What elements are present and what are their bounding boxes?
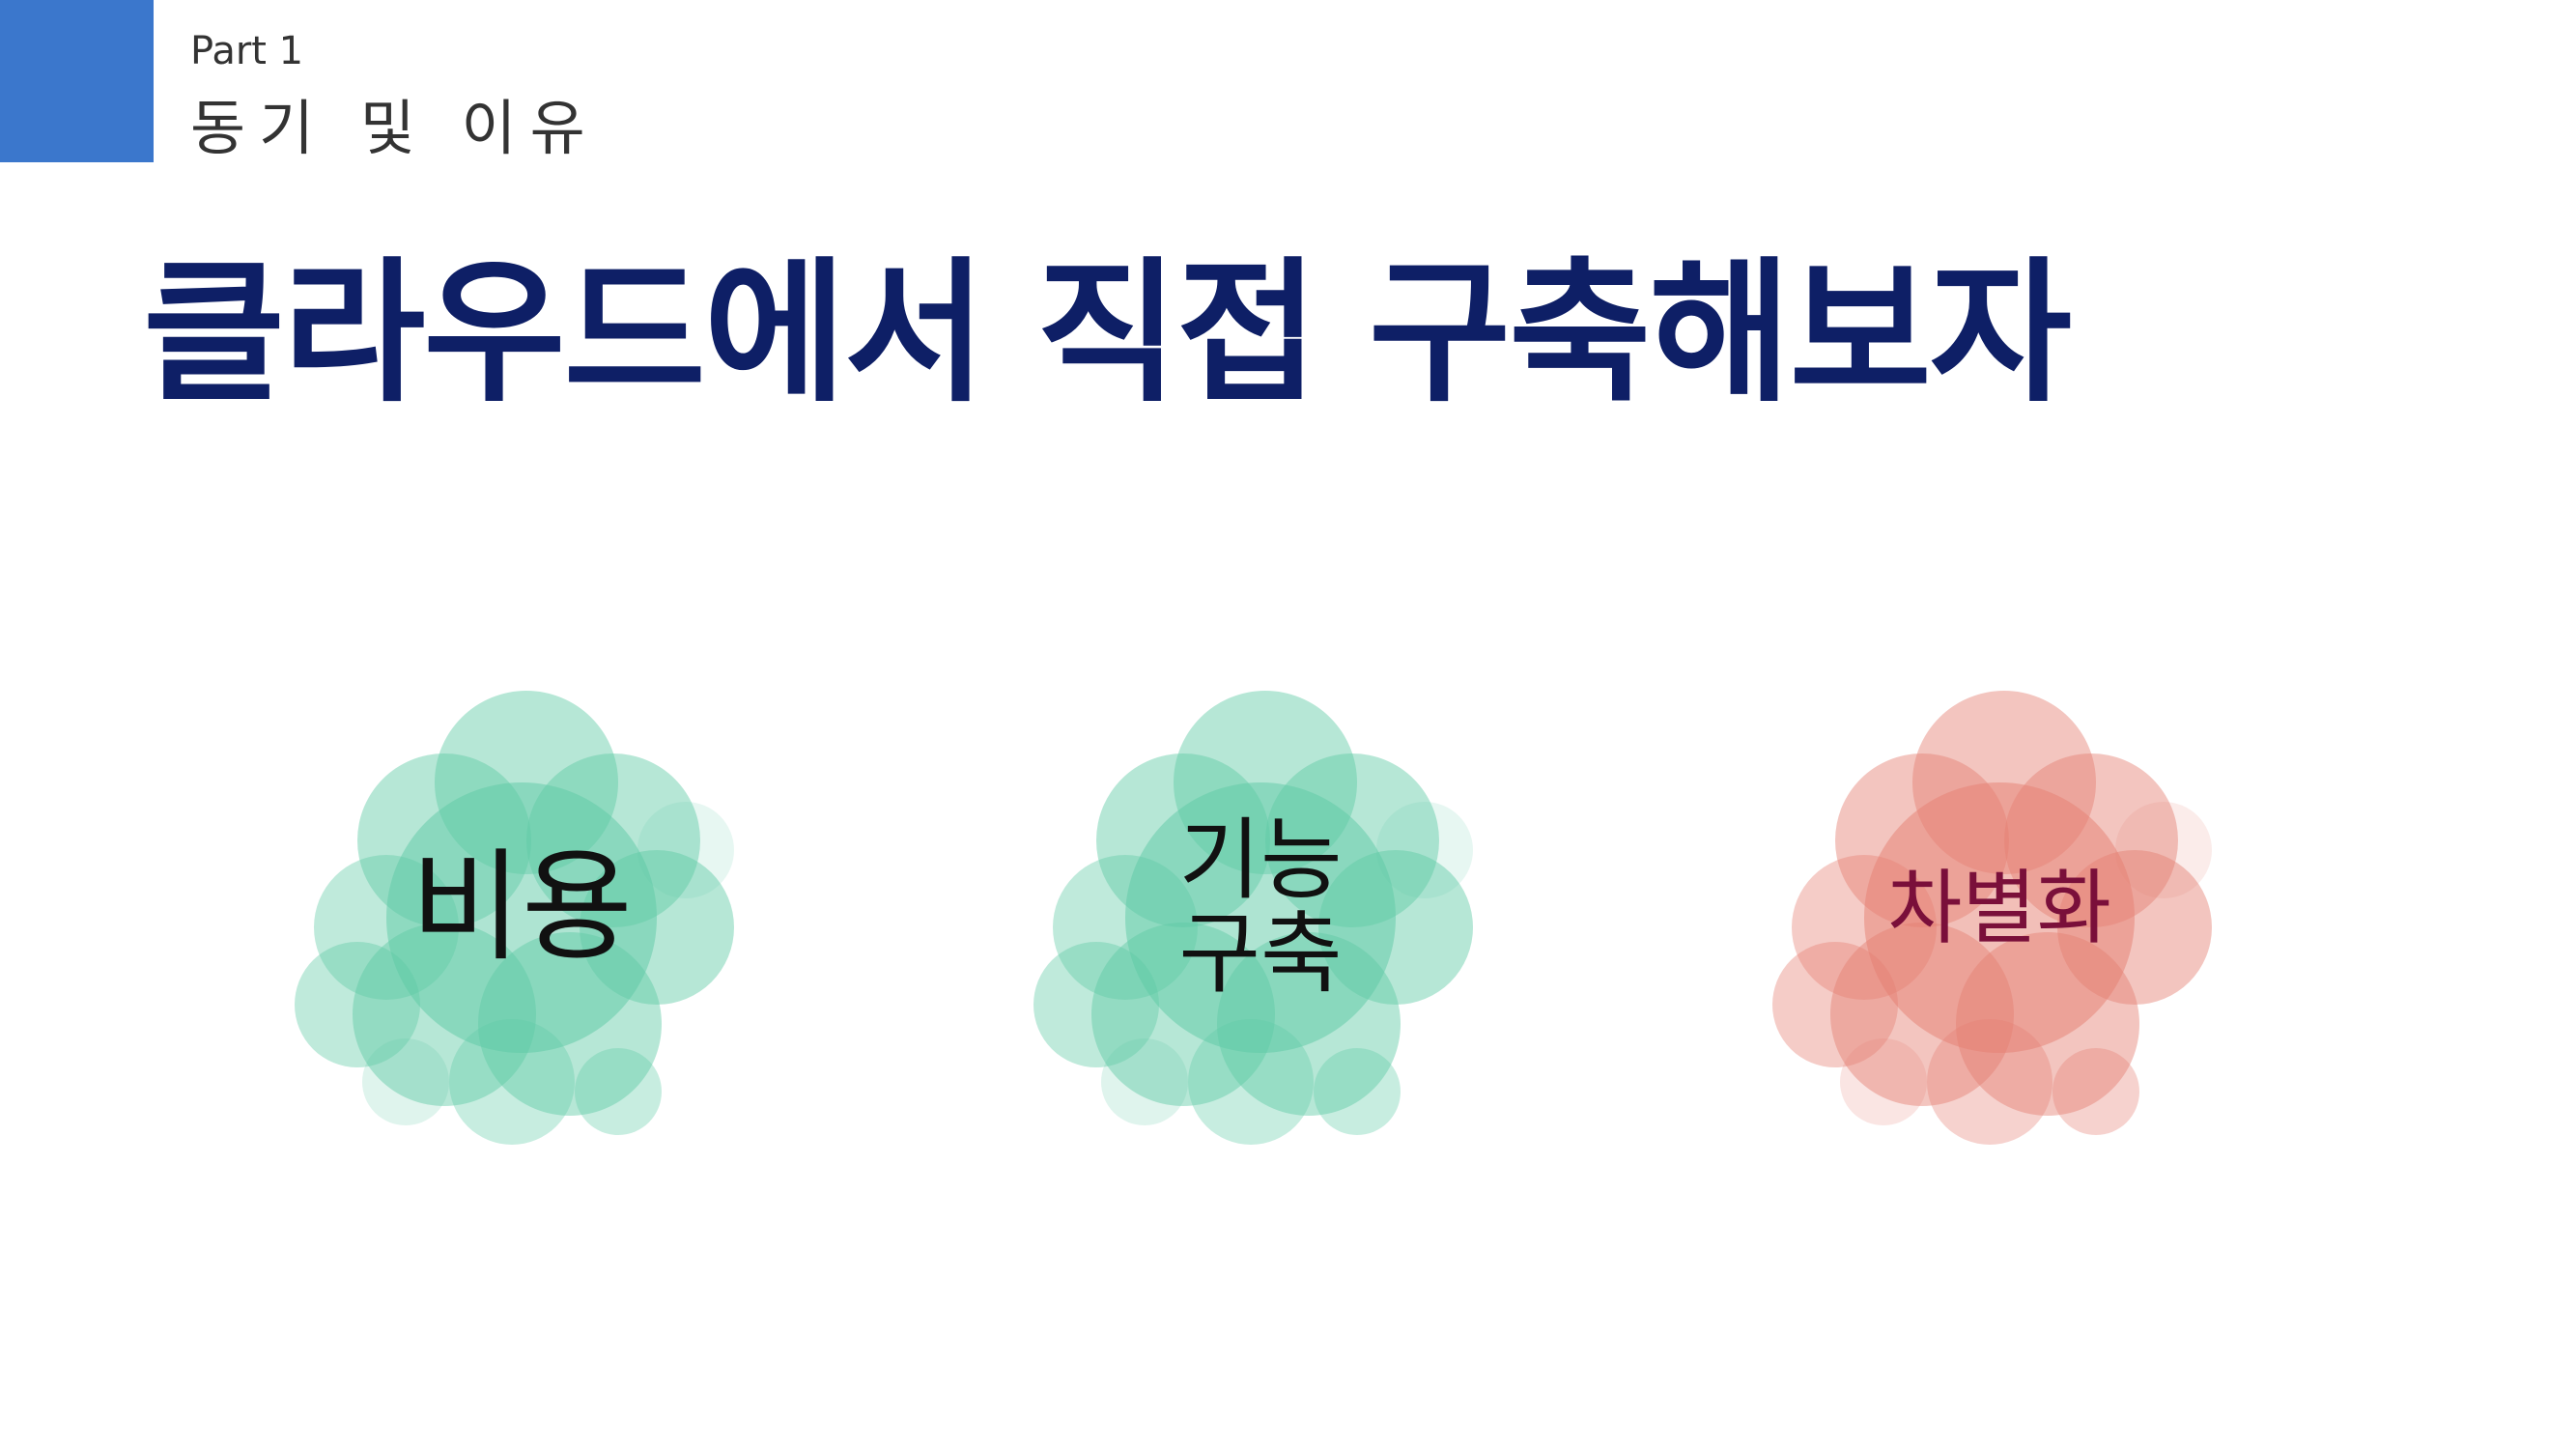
blob-feature-build: 기능 구축 (990, 638, 1531, 1179)
blob-label-line: 비용 (410, 838, 633, 979)
blob-cost: 비용 (251, 638, 792, 1179)
blob-differentiation: 차별화 (1729, 638, 2270, 1179)
blob-label-line: 기능 (1178, 809, 1343, 913)
slide: Part 1 동기 및 이유 클라우드에서 직접 구축해보자 비용 기능 구축 … (0, 0, 2576, 1449)
part-label: Part 1 (190, 29, 304, 73)
blob-label-line: 차별화 (1887, 860, 2111, 955)
slide-title: 클라우드에서 직접 구축해보자 (143, 242, 2072, 423)
blob-label-cost: 비용 (251, 638, 792, 1179)
blob-label-differentiation: 차별화 (1729, 638, 2270, 1179)
accent-block (0, 0, 154, 162)
section-label: 동기 및 이유 (190, 93, 599, 163)
blob-label-feature-build: 기능 구축 (990, 638, 1531, 1179)
blob-label-line: 구축 (1178, 902, 1343, 1006)
